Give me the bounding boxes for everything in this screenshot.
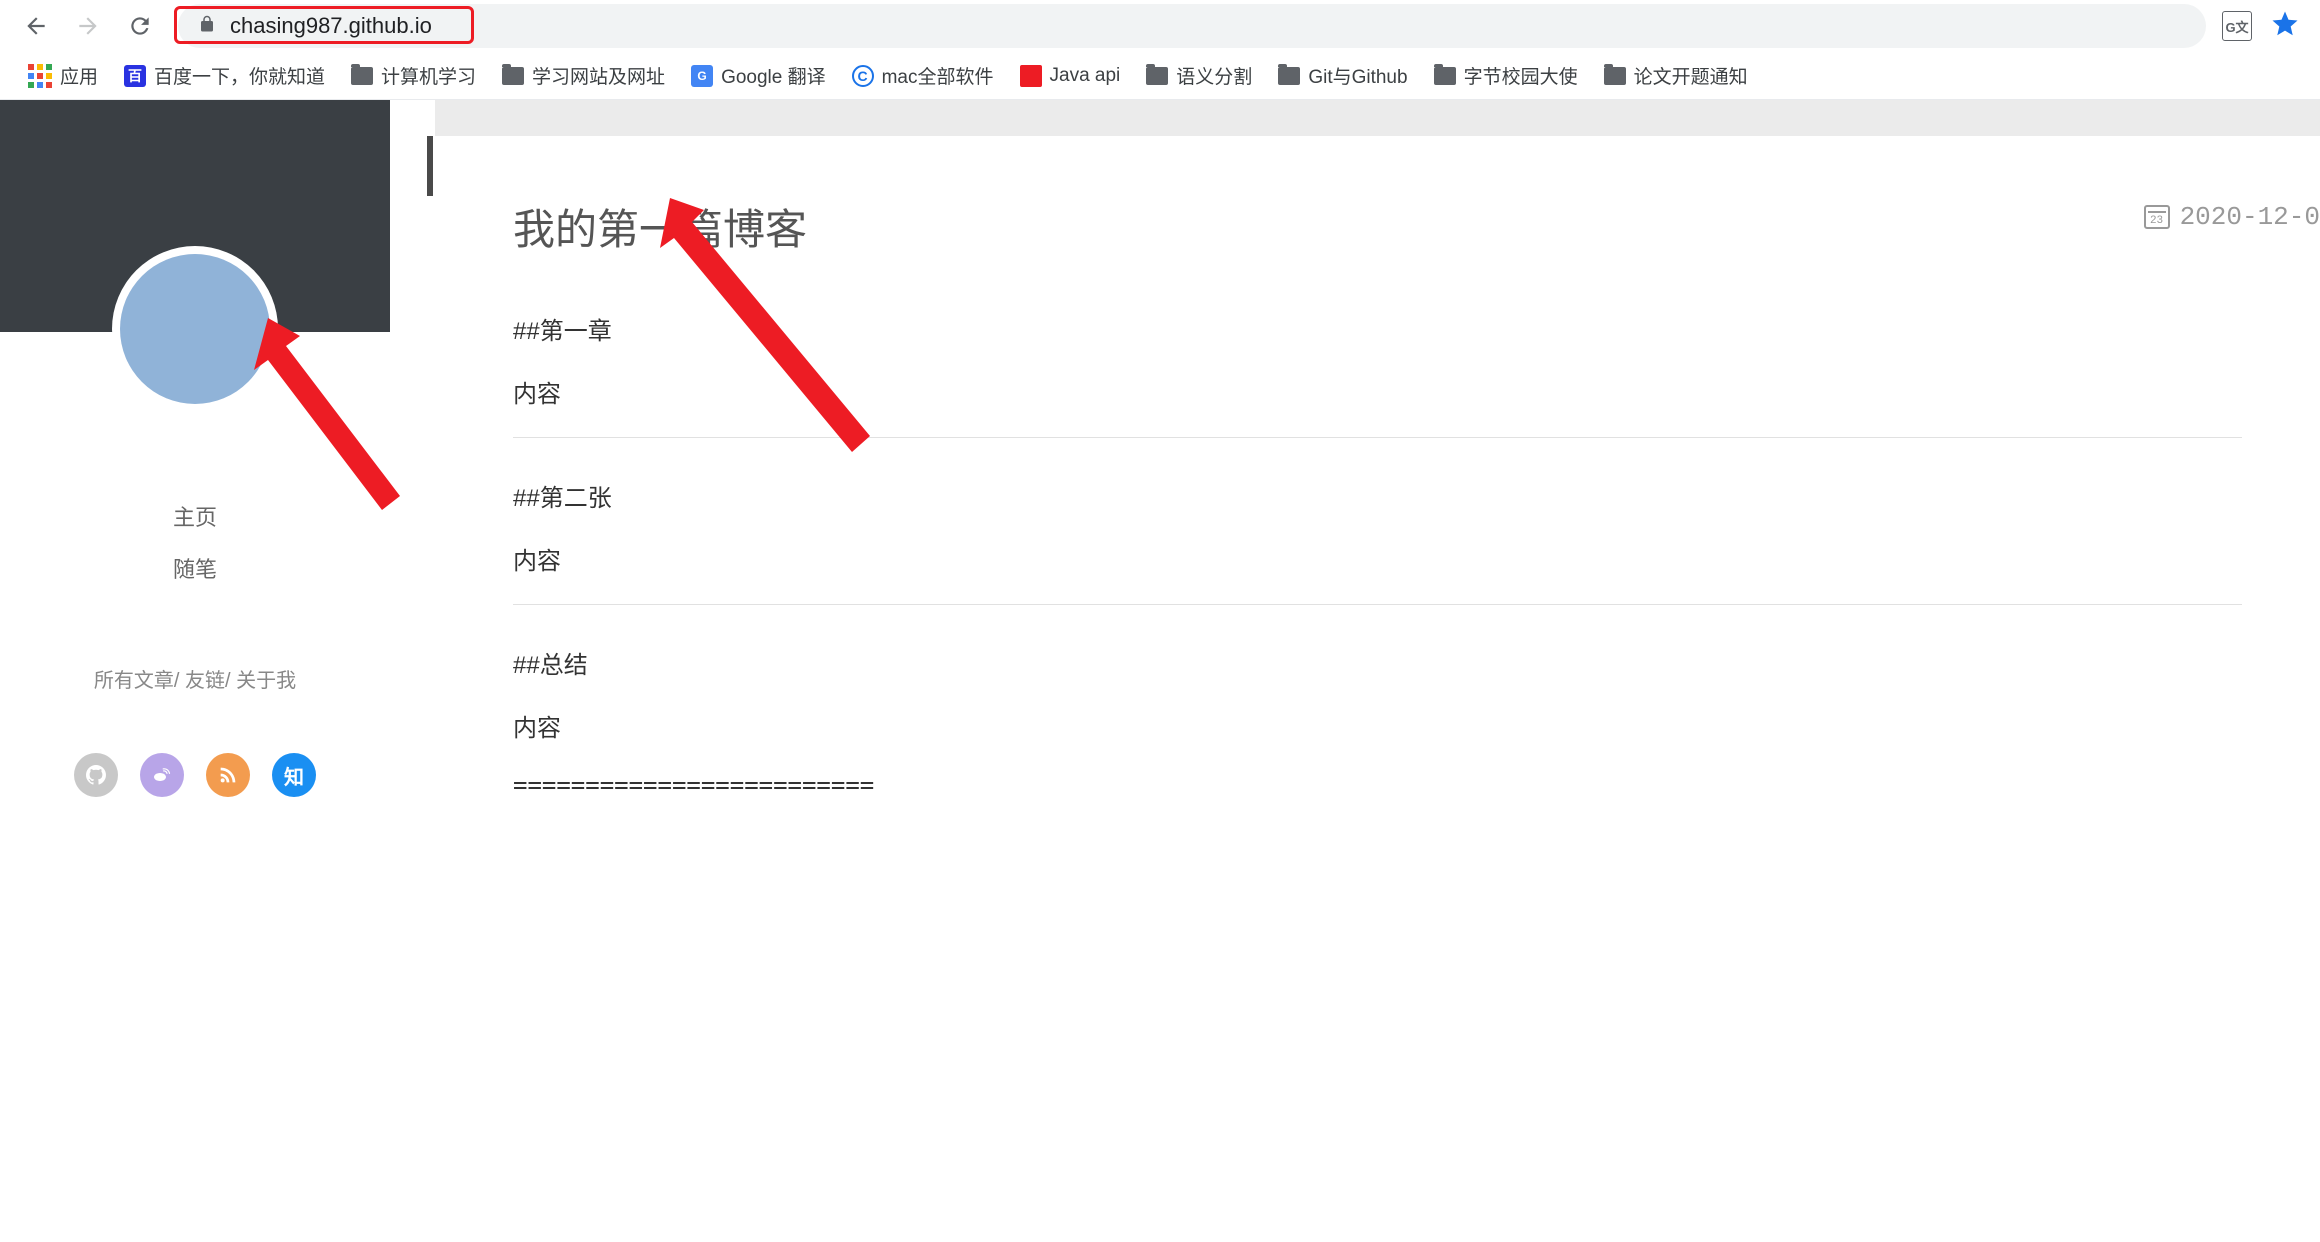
forward-button[interactable] xyxy=(66,4,110,48)
java-icon xyxy=(1020,65,1042,87)
bookmark-item[interactable]: 计算机学习 xyxy=(339,56,488,95)
folder-icon xyxy=(1278,67,1300,85)
bookmark-item[interactable]: 学习网站及网址 xyxy=(490,56,677,95)
folder-icon xyxy=(1604,67,1626,85)
calendar-icon: 23 xyxy=(2144,205,2170,229)
content-gap xyxy=(390,100,435,1242)
bookmark-item[interactable]: Java api xyxy=(1008,59,1133,93)
text-rule: ========================= xyxy=(513,771,2242,799)
toolbar-right: G文 xyxy=(2222,9,2306,44)
bookmark-label: Java api xyxy=(1050,65,1121,87)
bookmark-label: 字节校园大使 xyxy=(1464,62,1578,89)
bookmark-item[interactable]: 语义分割 xyxy=(1134,56,1264,95)
c-icon: C xyxy=(852,65,874,87)
avatar[interactable] xyxy=(120,254,270,404)
article-title: 我的第一篇博客 xyxy=(513,196,2242,257)
bookmark-item[interactable]: 论文开题通知 xyxy=(1592,56,1760,95)
bookmark-item[interactable]: G Google 翻译 xyxy=(679,56,838,95)
lock-icon xyxy=(198,15,216,38)
section-heading: ##总结 xyxy=(513,645,2242,680)
bookmark-label: 应用 xyxy=(60,62,98,89)
section-heading: ##第二张 xyxy=(513,478,2242,513)
sidebar-header xyxy=(0,100,390,332)
bookmarks-bar: 应用百百度一下，你就知道计算机学习学习网站及网址GGoogle 翻译Cmac全部… xyxy=(0,52,2320,100)
back-button[interactable] xyxy=(14,4,58,48)
section-paragraph: 内容 xyxy=(513,708,2242,743)
folder-icon xyxy=(351,67,373,85)
bookmark-label: 计算机学习 xyxy=(381,62,476,89)
address-bar[interactable]: chasing987.github.io xyxy=(178,4,2206,48)
bookmark-label: 语义分割 xyxy=(1176,62,1252,89)
gt-icon: G xyxy=(691,65,713,87)
social-row: 知 xyxy=(0,753,390,797)
divider xyxy=(513,604,2242,605)
nav-home[interactable]: 主页 xyxy=(173,500,217,532)
url-text: chasing987.github.io xyxy=(230,13,432,39)
article-date-text: 2020-12-0 xyxy=(2180,202,2320,232)
browser-toolbar: chasing987.github.io G文 xyxy=(0,0,2320,52)
sidebar: 主页 随笔 所有文章/ 友链/ 关于我 知 xyxy=(0,100,390,1242)
bookmark-label: Google 翻译 xyxy=(721,62,826,89)
bookmark-star-icon[interactable] xyxy=(2270,9,2300,44)
divider xyxy=(513,437,2242,438)
bookmark-label: 百度一下，你就知道 xyxy=(154,62,325,89)
main: 我的第一篇博客 23 2020-12-0 ##第一章内容##第二张内容##总结内… xyxy=(435,100,2320,1242)
section-paragraph: 内容 xyxy=(513,374,2242,409)
subnav-about[interactable]: 关于我 xyxy=(236,670,296,692)
translate-icon[interactable]: G文 xyxy=(2222,11,2252,41)
bookmark-item[interactable]: 百百度一下，你就知道 xyxy=(112,56,337,95)
bookmark-label: 学习网站及网址 xyxy=(532,62,665,89)
subnav-links[interactable]: 友链 xyxy=(185,670,225,692)
subnav-all[interactable]: 所有文章 xyxy=(94,670,174,692)
folder-icon xyxy=(1434,67,1456,85)
reload-button[interactable] xyxy=(118,4,162,48)
bookmark-item[interactable]: 应用 xyxy=(16,56,110,95)
bookmark-item[interactable]: 字节校园大使 xyxy=(1422,56,1590,95)
page: 主页 随笔 所有文章/ 友链/ 关于我 知 我的第一篇博客 23 xyxy=(0,100,2320,1242)
bookmark-label: Git与Github xyxy=(1308,62,1407,89)
sidebar-subnav: 所有文章/ 友链/ 关于我 xyxy=(0,664,390,693)
github-icon[interactable] xyxy=(74,753,118,797)
section-heading: ##第一章 xyxy=(513,311,2242,346)
nav-essays[interactable]: 随笔 xyxy=(173,552,217,584)
scroll-indicator[interactable] xyxy=(427,136,433,196)
article-body: ##第一章内容##第二张内容##总结内容====================… xyxy=(513,311,2242,799)
article-date: 23 2020-12-0 xyxy=(2144,202,2320,232)
article: 我的第一篇博客 23 2020-12-0 ##第一章内容##第二张内容##总结内… xyxy=(435,136,2320,1242)
sidebar-nav: 主页 随笔 xyxy=(0,500,390,584)
section-paragraph: 内容 xyxy=(513,541,2242,576)
folder-icon xyxy=(502,67,524,85)
bookmark-label: mac全部软件 xyxy=(882,62,994,89)
zhihu-icon[interactable]: 知 xyxy=(272,753,316,797)
apps-icon xyxy=(28,64,52,88)
bookmark-item[interactable]: Cmac全部软件 xyxy=(840,56,1006,95)
bookmark-item[interactable]: Git与Github xyxy=(1266,56,1419,95)
folder-icon xyxy=(1146,67,1168,85)
rss-icon[interactable] xyxy=(206,753,250,797)
baidu-icon: 百 xyxy=(124,65,146,87)
bookmark-label: 论文开题通知 xyxy=(1634,62,1748,89)
avatar-wrap xyxy=(112,246,278,412)
weibo-icon[interactable] xyxy=(140,753,184,797)
